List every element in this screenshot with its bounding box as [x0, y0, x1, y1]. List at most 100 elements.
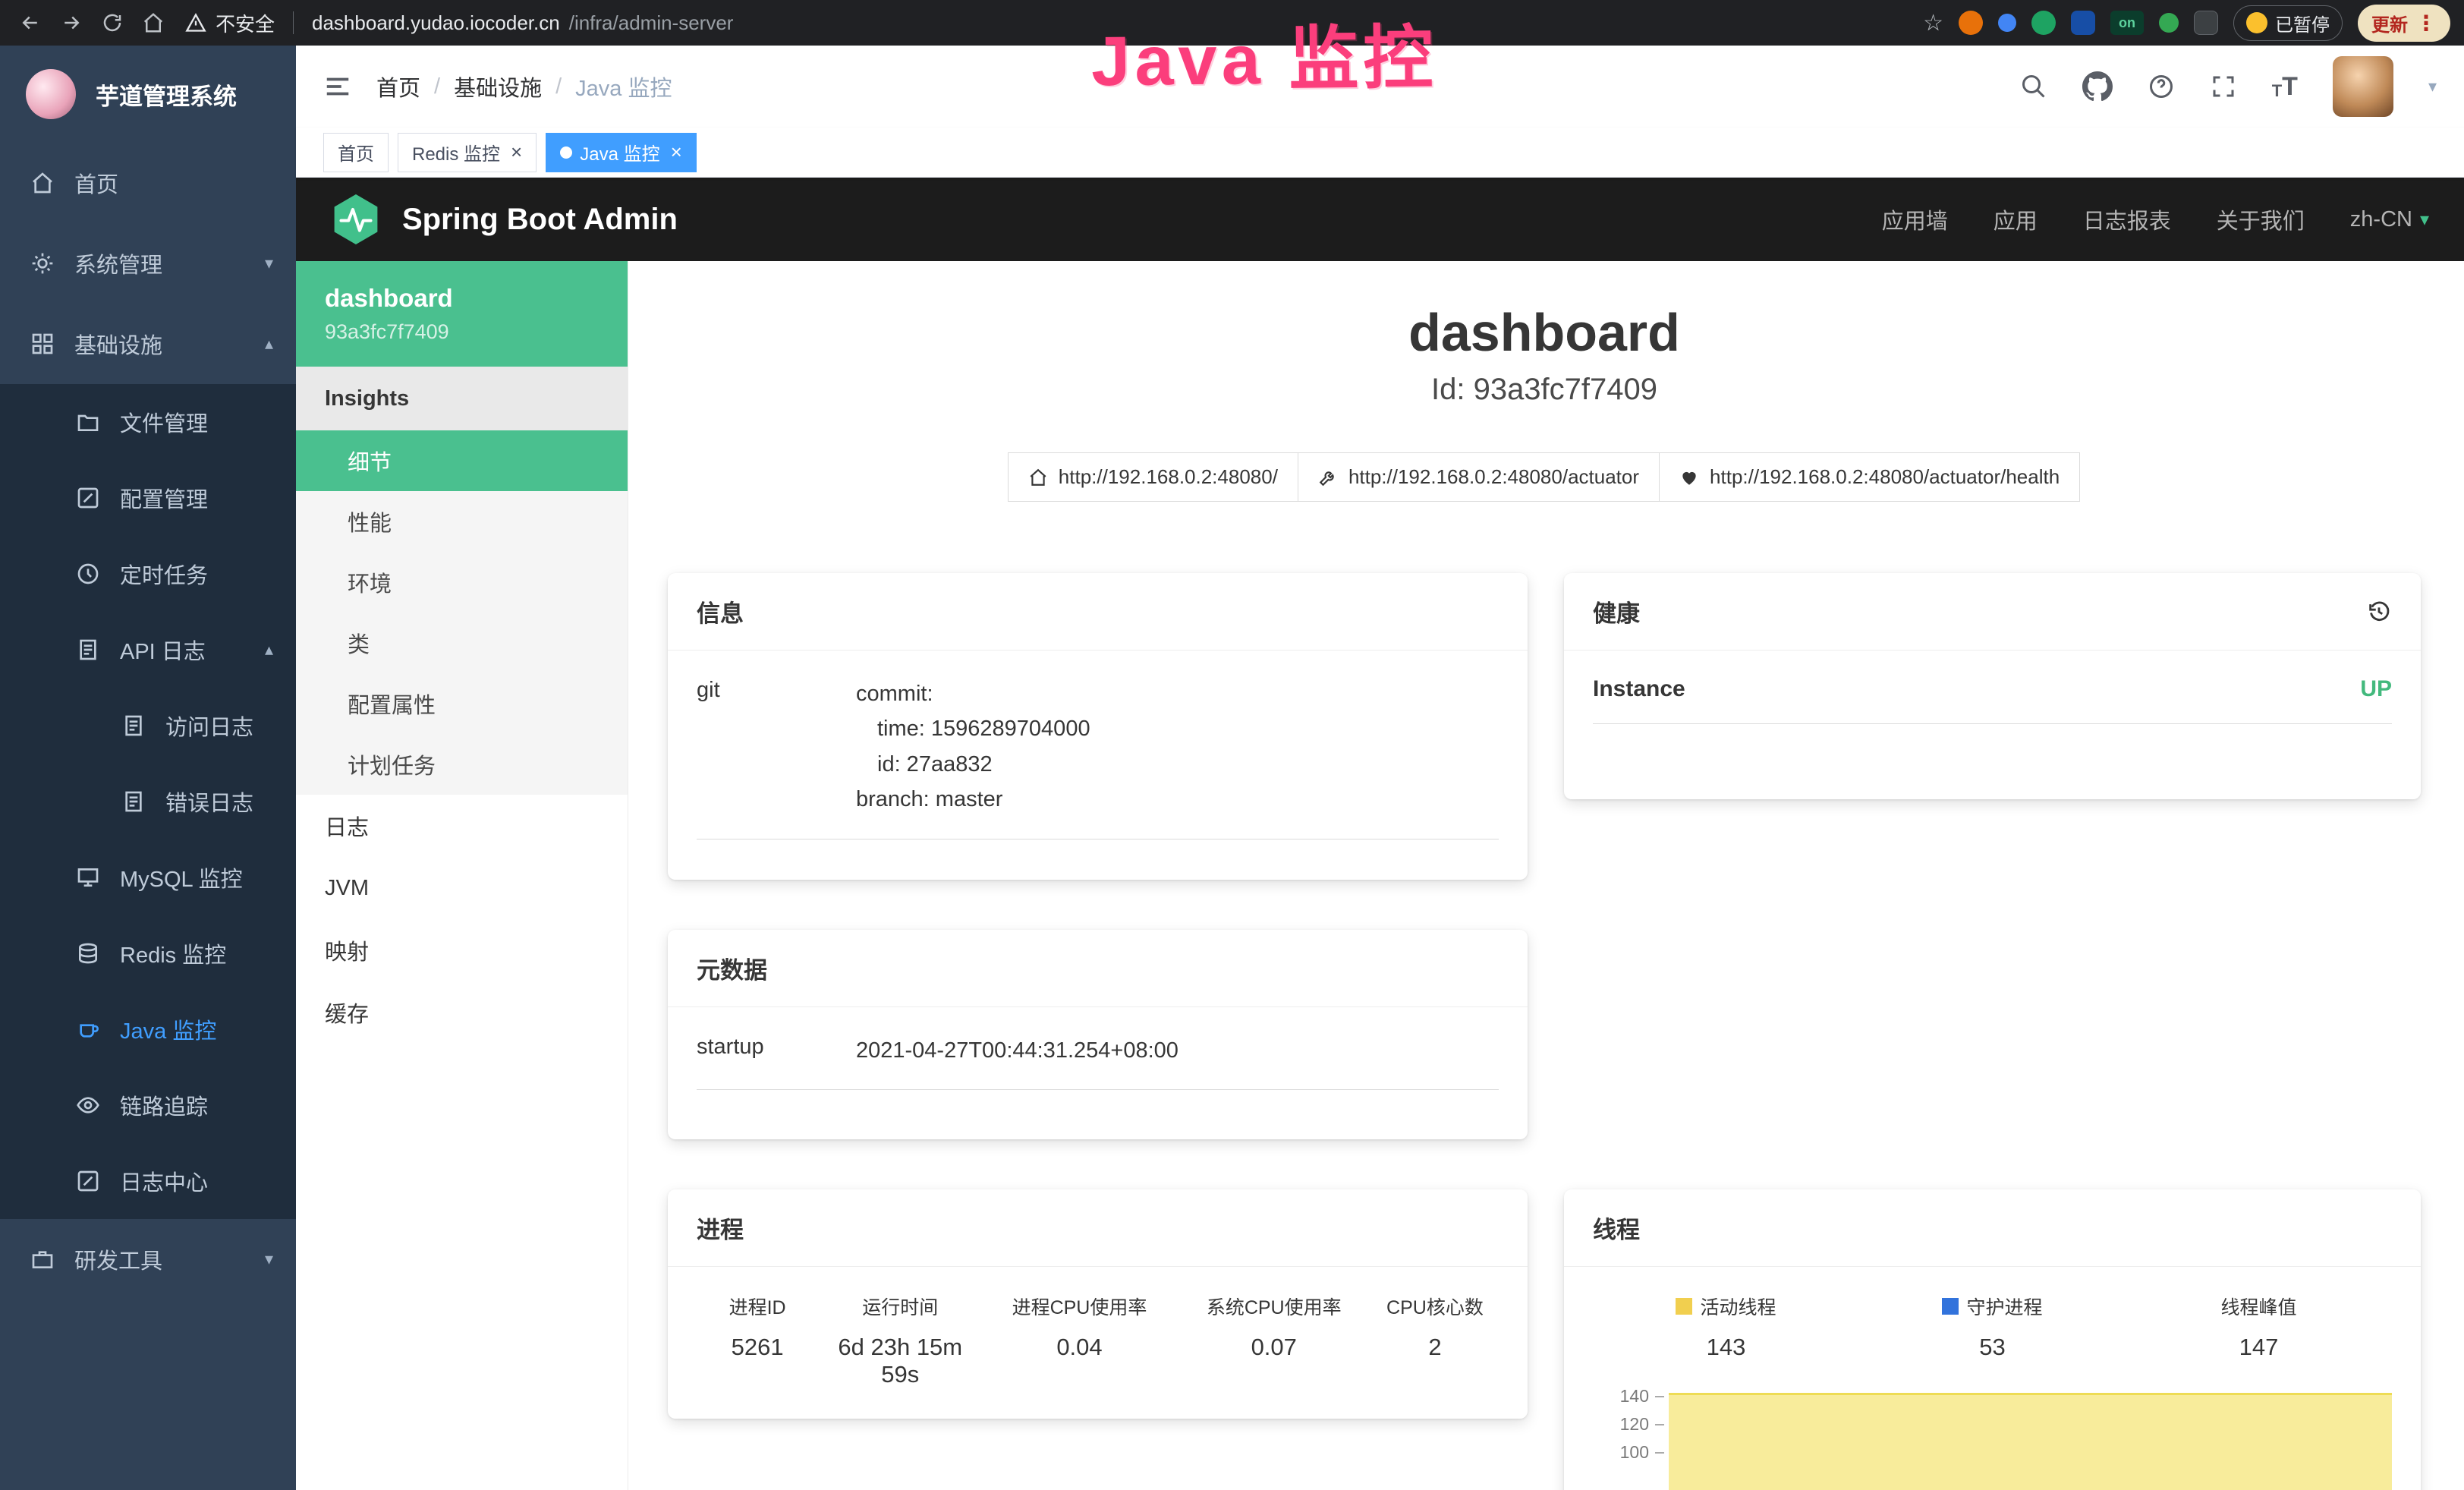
caret-down-icon: ▾ — [2428, 77, 2437, 96]
address-bar[interactable]: 不安全 dashboard.yudao.iocoder.cn/infra/adm… — [185, 9, 733, 37]
tab-home[interactable]: 首页 — [323, 133, 389, 172]
legend-live-threads: 活动线程 143 — [1593, 1293, 1859, 1361]
sba-nav-classes[interactable]: 类 — [296, 613, 628, 673]
sba-nav-caches[interactable]: 缓存 — [296, 981, 628, 1044]
update-button[interactable]: 更新 ⋮ — [2358, 5, 2450, 42]
sba-menu-journal[interactable]: 日志报表 — [2083, 203, 2171, 235]
sidebar-item-mysql-monitor[interactable]: MySQL 监控 — [0, 840, 296, 915]
app-logo[interactable]: 芋道管理系统 — [0, 46, 296, 143]
sba-nav-mappings[interactable]: 映射 — [296, 919, 628, 981]
extension-icon-1[interactable] — [1959, 11, 1983, 35]
sidebar-item-home[interactable]: 首页 — [0, 143, 296, 223]
sidebar-item-redis-monitor[interactable]: Redis 监控 — [0, 915, 296, 991]
sba-nav-logs[interactable]: 日志 — [296, 795, 628, 857]
extension-on-badge[interactable]: on — [2110, 11, 2144, 35]
sidebar-item-api-log[interactable]: API 日志 ▴ — [0, 612, 296, 688]
health-instance-row: Instance UP — [1593, 676, 2392, 724]
bookmark-star-icon[interactable]: ☆ — [1923, 10, 1943, 36]
tab-label: 首页 — [338, 139, 374, 165]
breadcrumb-infra[interactable]: 基础设施 — [454, 71, 542, 102]
threads-card: 线程 活动线程 143 守护进程 53 — [1564, 1189, 2421, 1490]
tab-java-monitor[interactable]: Java 监控 × — [546, 133, 697, 172]
service-url-link[interactable]: http://192.168.0.2:48080/ — [1008, 452, 1298, 502]
kebab-menu-icon: ⋮ — [2415, 11, 2437, 36]
y-tick: 140 — [1620, 1386, 1649, 1407]
sidebar-item-file-manage[interactable]: 文件管理 — [0, 384, 296, 460]
sidebar-item-config-manage[interactable]: 配置管理 — [0, 460, 296, 536]
sidebar-item-devtools[interactable]: 研发工具 ▾ — [0, 1219, 296, 1299]
sba-nav-environment[interactable]: 环境 — [296, 552, 628, 613]
legend-daemon-threads: 守护进程 53 — [1859, 1293, 2126, 1361]
sidebar-item-system[interactable]: 系统管理 ▾ — [0, 223, 296, 304]
home-icon[interactable] — [137, 6, 170, 39]
history-icon[interactable] — [2366, 599, 2392, 625]
sba-nav-jvm[interactable]: JVM — [296, 857, 628, 919]
extension-icon-4[interactable] — [2071, 11, 2095, 35]
paused-label: 已暂停 — [2275, 10, 2330, 36]
sidebar-item-trace[interactable]: 链路追踪 — [0, 1067, 296, 1143]
java-cup-icon — [76, 1017, 100, 1041]
sba-content: dashboard Id: 93a3fc7f7409 http://192.16… — [628, 261, 2464, 1490]
tab-label: Redis 监控 — [412, 139, 500, 165]
sba-nav-config-props[interactable]: 配置属性 — [296, 673, 628, 734]
process-col-process-cpu: 进程CPU使用率0.04 — [982, 1293, 1176, 1388]
instance-header[interactable]: dashboard 93a3fc7f7409 — [296, 261, 628, 367]
close-icon[interactable]: × — [511, 140, 522, 164]
card-title: 进程 — [668, 1189, 1528, 1267]
font-size-icon[interactable]: TT — [2272, 74, 2298, 99]
security-label: 不安全 — [216, 9, 275, 37]
sidebar-item-label: 研发工具 — [74, 1243, 162, 1275]
navbar-actions: TT ▾ — [2020, 56, 2437, 117]
sba-menu-wallboard[interactable]: 应用墙 — [1882, 203, 1948, 235]
extension-icon-5[interactable] — [2159, 13, 2179, 33]
tab-redis-monitor[interactable]: Redis 监控 × — [398, 133, 537, 172]
tick-mark — [1655, 1424, 1664, 1425]
health-url-link[interactable]: http://192.168.0.2:48080/actuator/health — [1659, 452, 2080, 502]
fullscreen-icon[interactable] — [2210, 73, 2237, 100]
health-card: 健康 Instance UP — [1564, 573, 2421, 799]
extension-icon-2[interactable] — [1998, 14, 2016, 32]
hamburger-icon[interactable] — [323, 72, 352, 101]
paused-chip[interactable]: 已暂停 — [2233, 5, 2343, 41]
reload-icon[interactable] — [96, 6, 129, 39]
back-icon[interactable] — [14, 6, 47, 39]
edit-icon — [76, 1169, 100, 1193]
sba-nav-scheduled-tasks[interactable]: 计划任务 — [296, 734, 628, 795]
threads-legend: 活动线程 143 守护进程 53 线程峰值 14 — [1593, 1293, 2392, 1361]
close-icon[interactable]: × — [671, 140, 682, 164]
forward-icon[interactable] — [55, 6, 88, 39]
sba-language-select[interactable]: zh-CN ▾ — [2350, 207, 2429, 232]
extension-icon-3[interactable] — [2031, 11, 2056, 35]
search-icon[interactable] — [2020, 73, 2047, 100]
user-avatar[interactable] — [2333, 56, 2393, 117]
process-col-uptime: 运行时间6d 23h 15m 59s — [818, 1293, 982, 1388]
url-path: /infra/admin-server — [569, 11, 734, 35]
chevron-up-icon: ▴ — [265, 640, 273, 660]
annotation-java-monitor: Java 监控 — [1090, 2, 1438, 106]
database-icon — [76, 941, 100, 966]
sidebar-item-java-monitor[interactable]: Java 监控 — [0, 991, 296, 1067]
sidebar-item-access-log[interactable]: 访问日志 — [0, 688, 296, 764]
actuator-url-link[interactable]: http://192.168.0.2:48080/actuator — [1298, 452, 1660, 502]
card-title: 信息 — [668, 573, 1528, 650]
git-commit-line: commit: — [856, 676, 1499, 711]
sidebar-item-log-center[interactable]: 日志中心 — [0, 1143, 296, 1219]
logo-avatar — [26, 69, 76, 119]
sba-menu-about[interactable]: 关于我们 — [2217, 203, 2305, 235]
sba-nav-performance[interactable]: 性能 — [296, 491, 628, 552]
sidebar-item-infra[interactable]: 基础设施 ▴ — [0, 304, 296, 384]
extension-icon-6[interactable] — [2194, 11, 2218, 35]
tab-label: Java 监控 — [580, 139, 659, 165]
github-icon[interactable] — [2082, 71, 2113, 102]
sidebar-item-scheduled-task[interactable]: 定时任务 — [0, 536, 296, 612]
sba-logo-icon[interactable] — [331, 194, 381, 244]
sidebar-item-error-log[interactable]: 错误日志 — [0, 764, 296, 840]
sidebar-item-label: Java 监控 — [120, 1013, 216, 1045]
card-title: 元数据 — [668, 930, 1528, 1007]
briefcase-icon — [30, 1247, 55, 1271]
help-icon[interactable] — [2148, 73, 2175, 100]
sba-nav-details[interactable]: 细节 — [296, 430, 628, 491]
sba-menu-applications[interactable]: 应用 — [1994, 203, 2038, 235]
breadcrumb-home[interactable]: 首页 — [376, 71, 420, 102]
git-branch-line: branch: master — [856, 782, 1499, 817]
